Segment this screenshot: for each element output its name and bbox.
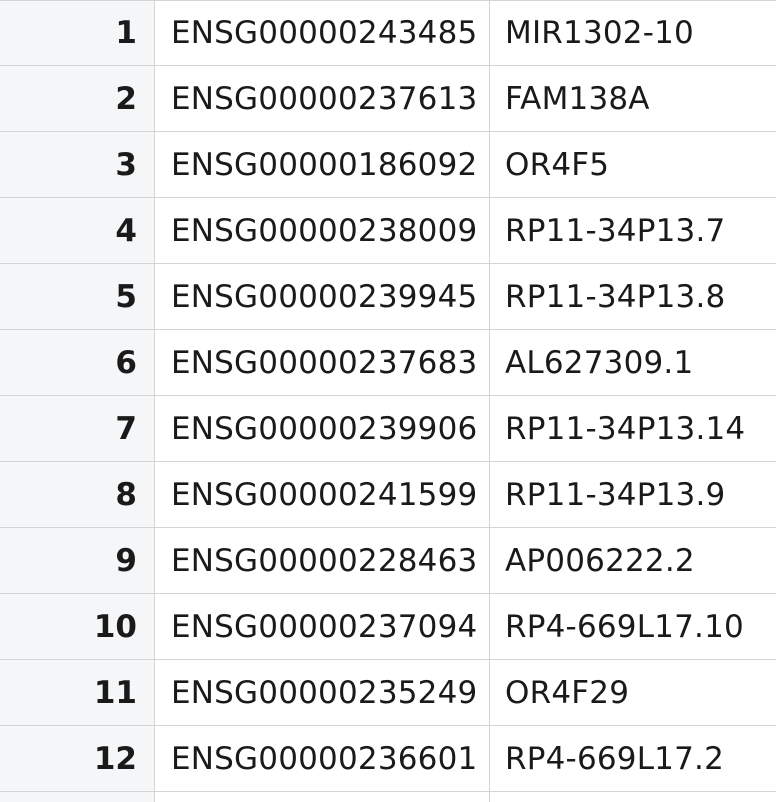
gene-name-cell[interactable]: FAM138A <box>490 66 776 131</box>
row-index-partial <box>0 792 155 802</box>
row-index: 2 <box>0 66 155 131</box>
gene-name-cell[interactable]: RP11-34P13.7 <box>490 198 776 263</box>
gene-name-cell[interactable]: RP11-34P13.9 <box>490 462 776 527</box>
table-row[interactable]: 3 ENSG00000186092 OR4F5 <box>0 132 776 198</box>
data-table: 1 ENSG00000243485 MIR1302-10 2 ENSG00000… <box>0 0 776 802</box>
gene-id-cell[interactable]: ENSG00000228463 <box>155 528 490 593</box>
table-row[interactable]: 4 ENSG00000238009 RP11-34P13.7 <box>0 198 776 264</box>
gene-id-cell[interactable]: ENSG00000186092 <box>155 132 490 197</box>
table-row[interactable]: 10 ENSG00000237094 RP4-669L17.10 <box>0 594 776 660</box>
gene-id-cell[interactable]: ENSG00000243485 <box>155 1 490 65</box>
table-row[interactable]: 8 ENSG00000241599 RP11-34P13.9 <box>0 462 776 528</box>
gene-id-cell[interactable]: ENSG00000237683 <box>155 330 490 395</box>
gene-name-cell[interactable]: AP006222.2 <box>490 528 776 593</box>
gene-name-cell-partial <box>490 792 776 802</box>
gene-id-cell-partial <box>155 792 490 802</box>
gene-name-cell[interactable]: RP11-34P13.8 <box>490 264 776 329</box>
gene-name-cell[interactable]: RP11-34P13.14 <box>490 396 776 461</box>
gene-id-cell[interactable]: ENSG00000239906 <box>155 396 490 461</box>
row-index: 10 <box>0 594 155 659</box>
gene-id-cell[interactable]: ENSG00000237094 <box>155 594 490 659</box>
row-index: 9 <box>0 528 155 593</box>
gene-id-cell[interactable]: ENSG00000237613 <box>155 66 490 131</box>
gene-name-cell[interactable]: RP4-669L17.2 <box>490 726 776 791</box>
row-index: 7 <box>0 396 155 461</box>
gene-id-cell[interactable]: ENSG00000235249 <box>155 660 490 725</box>
gene-id-cell[interactable]: ENSG00000239945 <box>155 264 490 329</box>
table-row[interactable]: 2 ENSG00000237613 FAM138A <box>0 66 776 132</box>
gene-name-cell[interactable]: MIR1302-10 <box>490 1 776 65</box>
row-index: 1 <box>0 1 155 65</box>
gene-id-cell[interactable]: ENSG00000238009 <box>155 198 490 263</box>
table-row-partial <box>0 792 776 802</box>
gene-name-cell[interactable]: OR4F29 <box>490 660 776 725</box>
gene-id-cell[interactable]: ENSG00000236601 <box>155 726 490 791</box>
row-index: 11 <box>0 660 155 725</box>
row-index: 8 <box>0 462 155 527</box>
gene-name-cell[interactable]: OR4F5 <box>490 132 776 197</box>
gene-name-cell[interactable]: AL627309.1 <box>490 330 776 395</box>
gene-name-cell[interactable]: RP4-669L17.10 <box>490 594 776 659</box>
table-row[interactable]: 11 ENSG00000235249 OR4F29 <box>0 660 776 726</box>
row-index: 5 <box>0 264 155 329</box>
table-row[interactable]: 9 ENSG00000228463 AP006222.2 <box>0 528 776 594</box>
table-row[interactable]: 5 ENSG00000239945 RP11-34P13.8 <box>0 264 776 330</box>
table-row[interactable]: 1 ENSG00000243485 MIR1302-10 <box>0 0 776 66</box>
row-index: 3 <box>0 132 155 197</box>
table-row[interactable]: 7 ENSG00000239906 RP11-34P13.14 <box>0 396 776 462</box>
gene-id-cell[interactable]: ENSG00000241599 <box>155 462 490 527</box>
row-index: 12 <box>0 726 155 791</box>
table-row[interactable]: 6 ENSG00000237683 AL627309.1 <box>0 330 776 396</box>
table-row[interactable]: 12 ENSG00000236601 RP4-669L17.2 <box>0 726 776 792</box>
row-index: 4 <box>0 198 155 263</box>
row-index: 6 <box>0 330 155 395</box>
